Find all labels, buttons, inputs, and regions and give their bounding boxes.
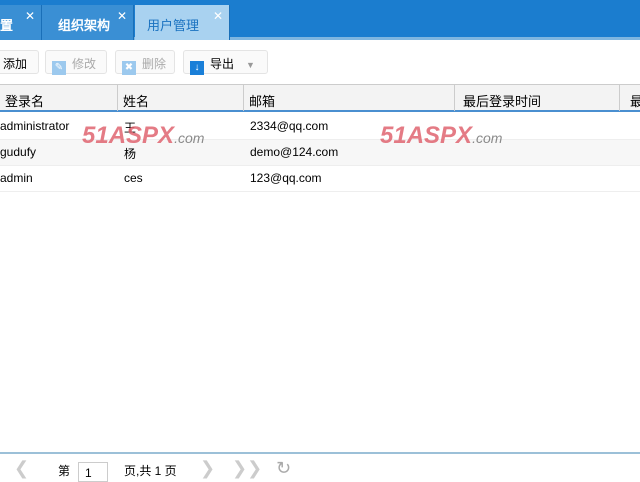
page-total: 页,共 1 页 — [124, 464, 177, 478]
tab-label: 组织架构 — [58, 18, 111, 33]
cell-email: 123@qq.com — [250, 171, 322, 185]
page-prefix: 第 — [58, 464, 71, 478]
column-last-login[interactable]: 最后登录时间 — [455, 85, 620, 111]
page-number: 1 — [85, 466, 92, 480]
edit-button[interactable]: ✎ 修改 — [45, 50, 107, 75]
export-button[interactable]: ↓ 导出 ▼ — [183, 50, 268, 75]
next-page-icon[interactable]: ❯ — [200, 458, 215, 479]
page-input[interactable]: 1 — [78, 462, 108, 482]
tab-label: 用户管理 — [147, 18, 200, 33]
add-button[interactable]: 添加 — [0, 50, 39, 74]
chevron-down-icon[interactable]: ▼ — [246, 60, 255, 70]
tab-bar: 置 ✕ 组织架构 ✕ 用户管理 ✕ — [0, 0, 640, 40]
column-login[interactable]: 登录名 — [0, 85, 118, 111]
tab-org[interactable]: 组织架构 ✕ — [42, 5, 134, 40]
table-row[interactable]: admin ces 123@qq.com — [0, 166, 640, 192]
close-icon[interactable]: ✕ — [213, 9, 223, 23]
delete-button[interactable]: ✖ 删除 — [115, 50, 175, 75]
cell-login: gudufy — [0, 145, 37, 159]
last-page-icon[interactable]: ❯❯ — [232, 458, 262, 479]
cell-name: ces — [124, 171, 143, 185]
refresh-icon[interactable]: ↻ — [276, 458, 291, 479]
close-icon[interactable]: ✕ — [25, 9, 35, 23]
column-email[interactable]: 邮箱 — [244, 85, 455, 111]
close-icon[interactable]: ✕ — [117, 9, 127, 23]
edit-label: 修改 — [72, 57, 97, 71]
cell-email: demo@124.com — [250, 145, 339, 159]
download-icon: ↓ — [190, 61, 204, 75]
export-label: 导出 — [210, 57, 235, 71]
column-name[interactable]: 姓名 — [118, 85, 244, 111]
delete-label: 删除 — [142, 57, 167, 71]
add-label: 添加 — [3, 57, 28, 71]
grid-header: 登录名 姓名 邮箱 最后登录时间 最 — [0, 84, 640, 112]
delete-icon: ✖ — [122, 61, 136, 75]
toolbar: 添加 ✎ 修改 ✖ 删除 ↓ 导出 ▼ — [0, 46, 640, 78]
watermark-logo: 51ASPX.com — [82, 122, 205, 149]
prev-page-icon[interactable]: ❮ — [14, 458, 29, 479]
cell-email: 2334@qq.com — [250, 119, 329, 133]
pencil-icon: ✎ — [52, 61, 66, 75]
tab-users[interactable]: 用户管理 ✕ — [135, 5, 230, 40]
pager: ❮ 第 1 页,共 1 页 ❯ ❯❯ ↻ — [0, 452, 640, 482]
column-more[interactable]: 最 — [620, 85, 640, 111]
watermark-logo: 51ASPX.com — [380, 122, 503, 149]
tab-settings[interactable]: 置 ✕ — [0, 5, 42, 40]
cell-login: administrator — [0, 119, 70, 133]
tab-label: 置 — [0, 18, 14, 33]
cell-login: admin — [0, 171, 33, 185]
